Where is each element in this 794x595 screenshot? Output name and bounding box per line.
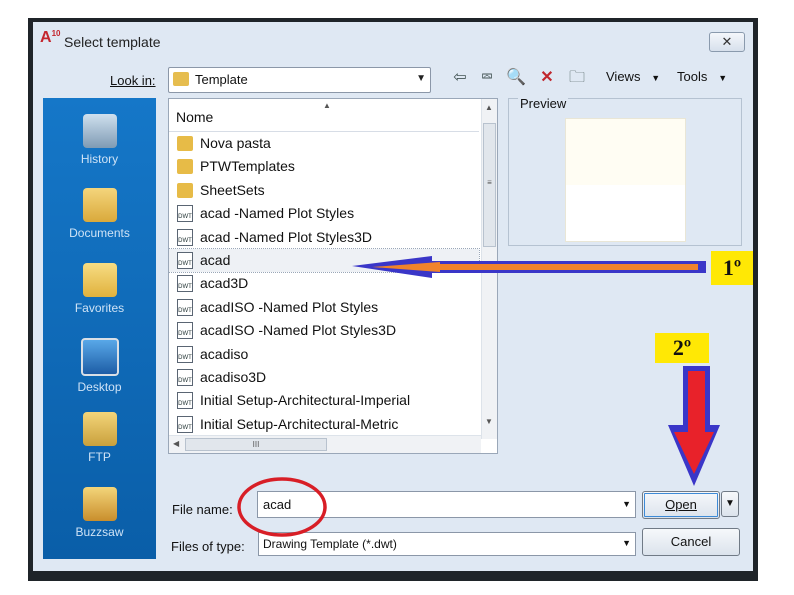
- file-name-highlight-circle: [237, 477, 327, 537]
- step2-label: 2º: [655, 333, 709, 363]
- step1-label: 1º: [711, 251, 753, 285]
- annotation-overlay: [237, 256, 720, 537]
